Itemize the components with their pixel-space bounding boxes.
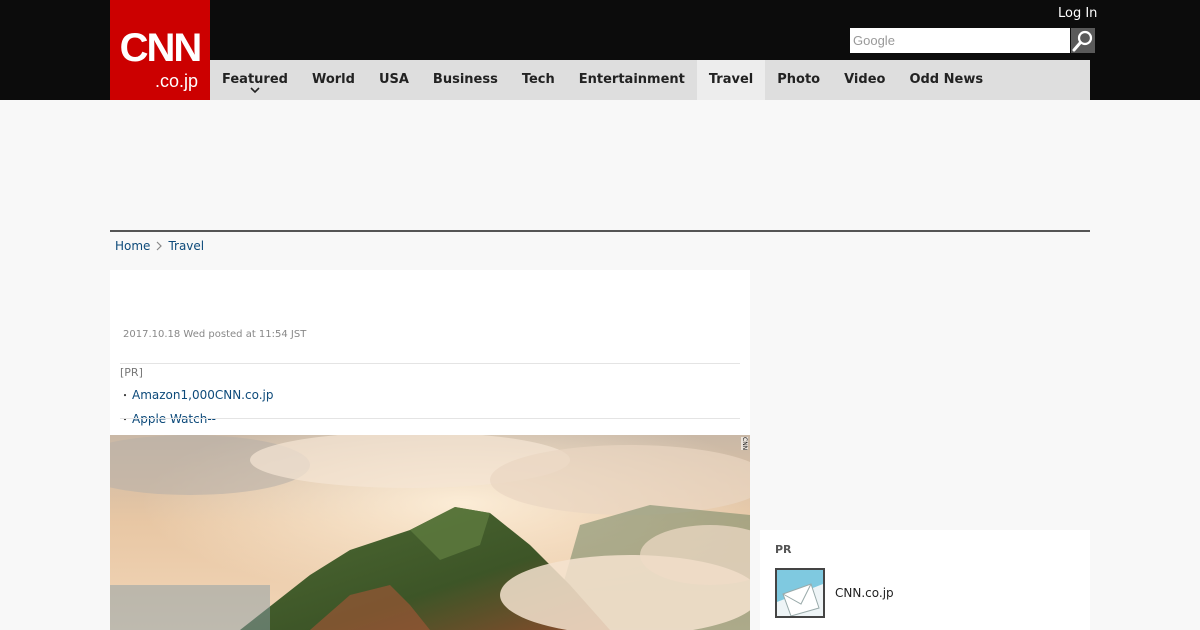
nav-label: Travel bbox=[708, 72, 754, 87]
nav-label: Tech bbox=[521, 72, 555, 87]
pr-label: [PR] bbox=[120, 366, 143, 379]
article-photo: CNN bbox=[110, 435, 750, 630]
top-bar: CNN .co.jp Log In Featured World USA Bus… bbox=[0, 0, 1200, 100]
search-button[interactable] bbox=[1071, 28, 1095, 53]
nav-video[interactable]: Video bbox=[832, 60, 897, 100]
nav-photo[interactable]: Photo bbox=[765, 60, 832, 100]
cnn-logo[interactable]: CNN .co.jp bbox=[110, 0, 210, 100]
nav-label: Entertainment bbox=[578, 72, 685, 87]
mountain-photo-image bbox=[110, 435, 750, 630]
post-date: 2017.10.18 Wed posted at 11:54 JST bbox=[123, 329, 307, 340]
nav-world[interactable]: World bbox=[300, 60, 367, 100]
main-nav: Featured World USA Business Tech Enterta… bbox=[210, 60, 1090, 100]
login-link[interactable]: Log In bbox=[1058, 6, 1097, 22]
bullet: ・ bbox=[120, 391, 130, 402]
pr-bottom-divider bbox=[120, 418, 740, 419]
breadcrumb: Home Travel bbox=[115, 237, 204, 255]
chevron-down-icon bbox=[250, 87, 260, 94]
pr-links-list: ・ Amazon1,000CNN.co.jp ・ Apple Watch-- bbox=[120, 384, 740, 432]
nav-entertainment[interactable]: Entertainment bbox=[567, 60, 697, 100]
bullet: ・ bbox=[120, 415, 130, 426]
nav-label: Business bbox=[432, 72, 498, 87]
nav-tech[interactable]: Tech bbox=[510, 60, 567, 100]
search-icon bbox=[1072, 30, 1093, 52]
nav-featured[interactable]: Featured bbox=[210, 60, 300, 100]
sidebar-pr-label: PR bbox=[775, 543, 792, 556]
pr-link-amazon[interactable]: Amazon1,000CNN.co.jp bbox=[132, 388, 274, 402]
nav-business[interactable]: Business bbox=[421, 60, 510, 100]
sidebar-pr-text[interactable]: CNN.co.jp bbox=[835, 586, 894, 600]
nav-travel[interactable]: Travel bbox=[696, 60, 766, 100]
article-card: 2017.10.18 Wed posted at 11:54 JST [PR] … bbox=[110, 270, 750, 630]
nav-label: World bbox=[311, 72, 355, 87]
pr-link-apple-watch[interactable]: Apple Watch-- bbox=[132, 412, 216, 426]
search-input[interactable] bbox=[850, 28, 1070, 53]
nav-label: Photo bbox=[777, 72, 821, 87]
sidebar-pr-widget: PR CNN.co.jp bbox=[760, 530, 1090, 630]
list-item: ・ Amazon1,000CNN.co.jp bbox=[120, 384, 740, 408]
pr-links-box: [PR] ・ Amazon1,000CNN.co.jp ・ Apple Watch-… bbox=[120, 363, 740, 432]
nav-label: Odd News bbox=[909, 72, 984, 87]
nav-label: Featured bbox=[222, 72, 288, 87]
logo-text: CNN bbox=[119, 26, 203, 70]
nav-label: USA bbox=[378, 72, 409, 87]
photo-credit: CNN bbox=[741, 437, 748, 451]
nav-odd-news[interactable]: Odd News bbox=[897, 60, 995, 100]
section-divider bbox=[110, 230, 1090, 232]
chevron-right-icon bbox=[156, 241, 163, 251]
breadcrumb-travel[interactable]: Travel bbox=[168, 239, 204, 253]
mail-icon bbox=[777, 570, 823, 616]
sidebar-pr-thumbnail[interactable] bbox=[775, 568, 825, 618]
list-item: ・ Apple Watch-- bbox=[120, 408, 740, 432]
nav-usa[interactable]: USA bbox=[367, 60, 421, 100]
breadcrumb-home[interactable]: Home bbox=[115, 239, 150, 253]
logo-subtext: .co.jp bbox=[154, 71, 198, 91]
nav-label: Video bbox=[844, 72, 886, 87]
